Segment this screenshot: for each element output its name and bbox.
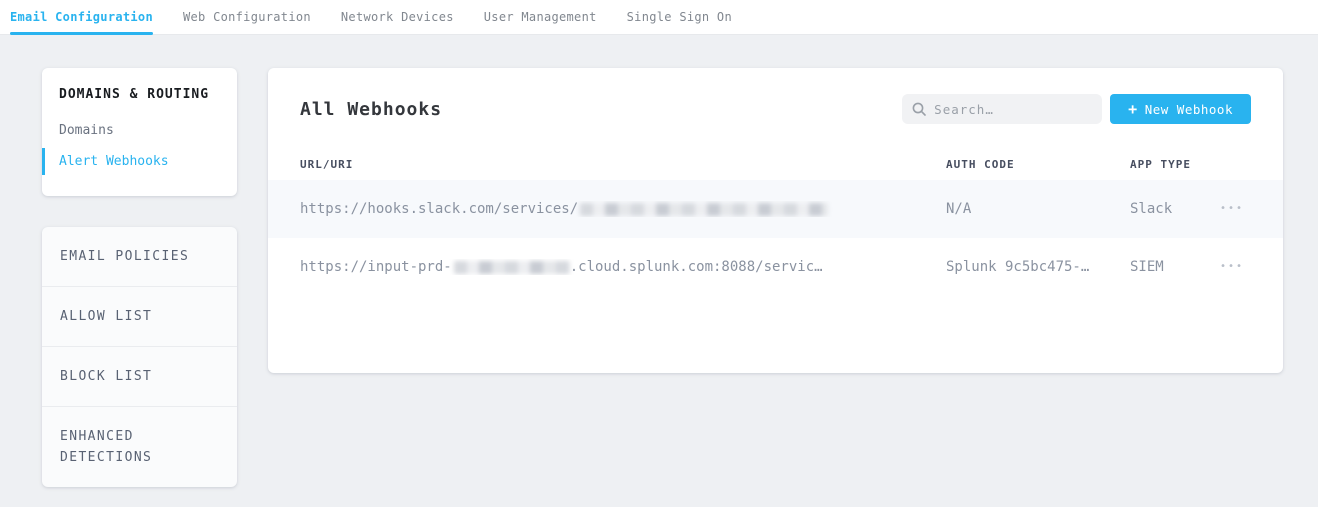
tab-user-management[interactable]: User Management [484, 0, 597, 34]
plus-icon: + [1128, 102, 1138, 117]
webhook-auth-code: N/A [946, 201, 1130, 217]
page: Email Configuration Web Configuration Ne… [0, 0, 1318, 507]
webhook-url: https://hooks.slack.com/services/ [300, 201, 946, 217]
search-input[interactable] [934, 102, 1092, 117]
domains-routing-header: DOMAINS & ROUTING [42, 87, 237, 102]
tab-email-configuration[interactable]: Email Configuration [10, 0, 153, 34]
table-header-row: URL/URI AUTH CODE APP TYPE [268, 148, 1283, 180]
redacted-text [580, 203, 828, 216]
sidebar-item-email-policies[interactable]: EMAIL POLICIES [42, 227, 237, 286]
webhooks-table: URL/URI AUTH CODE APP TYPE https://hooks… [268, 148, 1283, 296]
column-header-url: URL/URI [300, 158, 946, 171]
sidebar-item-domains[interactable]: Domains [42, 117, 237, 144]
new-webhook-button[interactable]: + New Webhook [1110, 94, 1251, 124]
panel-header: All Webhooks + New Webhook [268, 68, 1283, 124]
redacted-text [454, 261, 570, 274]
webhook-app-type: Slack [1130, 201, 1220, 217]
webhook-url: https://input-prd-.cloud.splunk.com:8088… [300, 259, 946, 275]
domains-routing-card: DOMAINS & ROUTING Domains Alert Webhooks [42, 68, 237, 196]
webhook-auth-code: Splunk 9c5bc475-… [946, 259, 1130, 275]
page-title: All Webhooks [300, 99, 442, 120]
row-menu-icon[interactable]: ••• [1220, 200, 1244, 218]
sidebar-sections-card: EMAIL POLICIES ALLOW LIST BLOCK LIST ENH… [42, 227, 237, 487]
sidebar-item-block-list[interactable]: BLOCK LIST [42, 346, 237, 406]
tab-web-configuration[interactable]: Web Configuration [183, 0, 311, 34]
column-header-app-type: APP TYPE [1130, 158, 1220, 171]
sidebar-item-allow-list[interactable]: ALLOW LIST [42, 286, 237, 346]
tab-single-sign-on[interactable]: Single Sign On [627, 0, 732, 34]
webhooks-panel: All Webhooks + New Webhook URL/URI A [268, 68, 1283, 373]
header-actions: + New Webhook [902, 94, 1251, 124]
webhook-app-type: SIEM [1130, 259, 1220, 275]
table-row: https://hooks.slack.com/services/ N/A Sl… [268, 180, 1283, 238]
sidebar-item-enhanced-detections[interactable]: ENHANCED DETECTIONS [42, 406, 237, 487]
top-tab-bar: Email Configuration Web Configuration Ne… [0, 0, 1318, 35]
column-header-auth-code: AUTH CODE [946, 158, 1130, 171]
search-box[interactable] [902, 94, 1102, 124]
search-icon [912, 102, 926, 116]
row-menu-icon[interactable]: ••• [1220, 258, 1244, 276]
sidebar-item-alert-webhooks[interactable]: Alert Webhooks [42, 148, 237, 175]
tab-network-devices[interactable]: Network Devices [341, 0, 454, 34]
new-webhook-button-label: New Webhook [1145, 102, 1233, 117]
table-row: https://input-prd-.cloud.splunk.com:8088… [268, 238, 1283, 296]
